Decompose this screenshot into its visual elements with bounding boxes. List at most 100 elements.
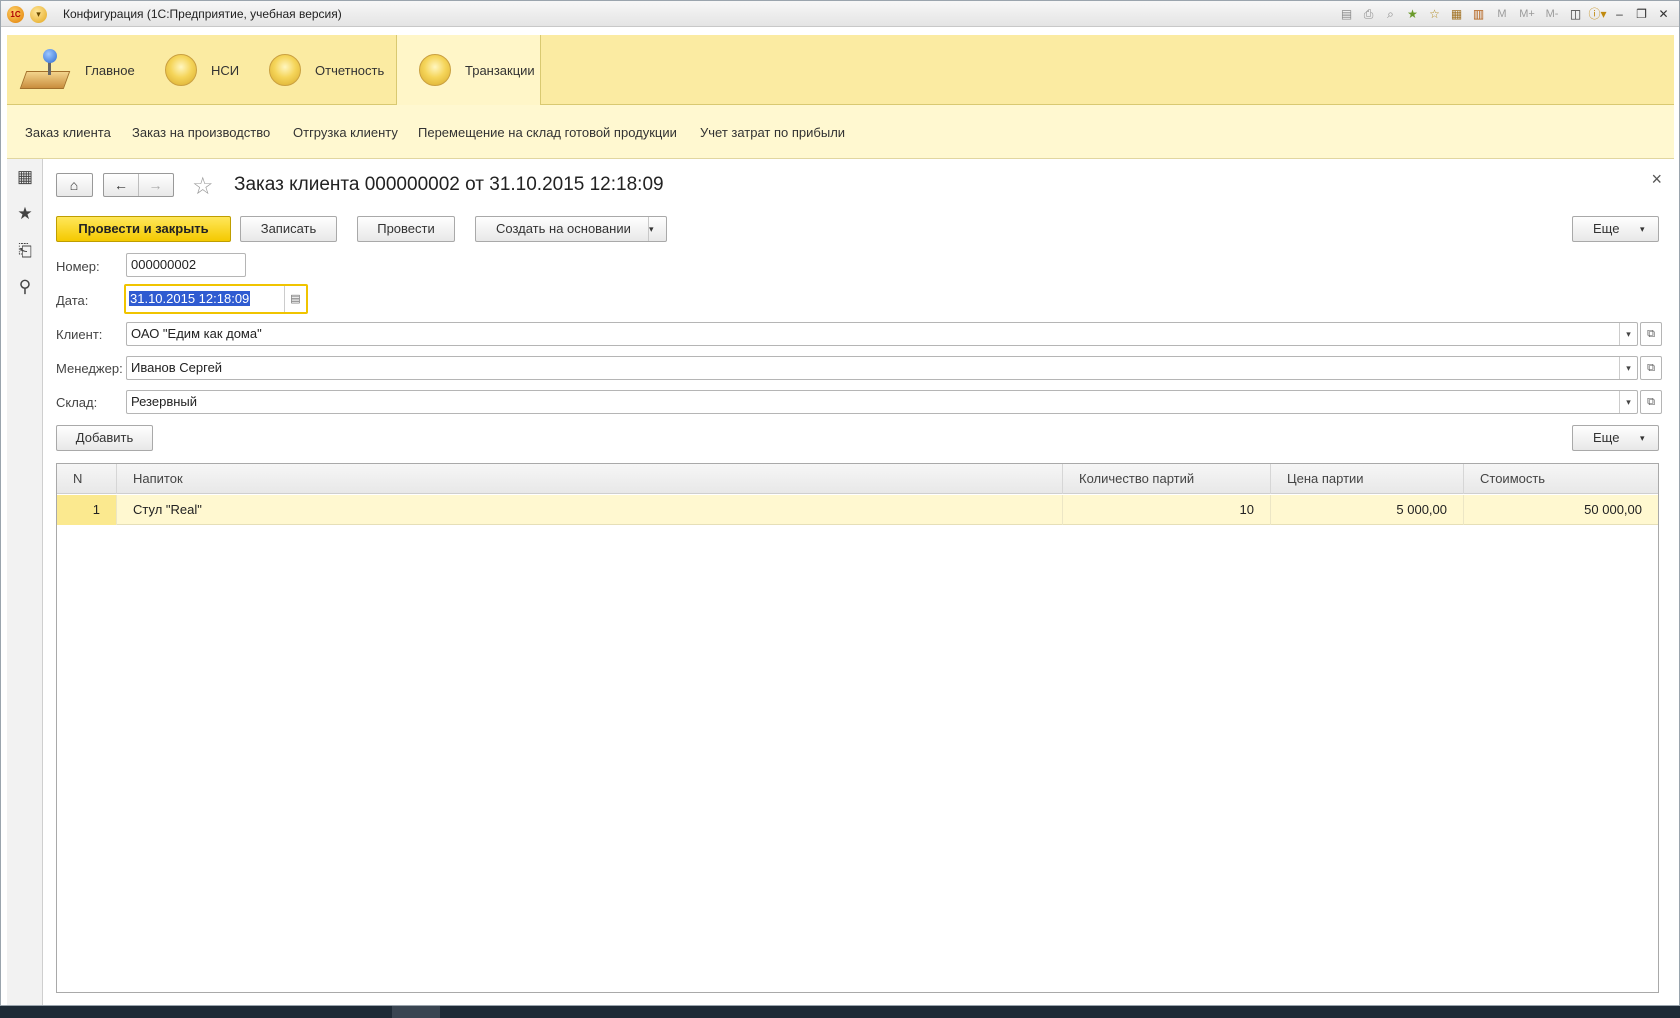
calendar-icon[interactable]: ▥ [1469,5,1488,23]
section-nsi[interactable]: НСИ [165,35,239,105]
date-field[interactable]: 31.10.2015 12:18:09 ▤ [124,284,308,314]
title-bar: 1С ▾ Конфигурация (1С:Предприятие, учебн… [1,1,1679,27]
cell-batches[interactable]: 10 [1063,495,1271,525]
section-main[interactable]: Главное [19,35,135,105]
calculator-icon[interactable]: ▦ [1447,5,1466,23]
chevron-down-icon: ▾ [1640,433,1645,443]
date-value: 31.10.2015 12:18:09 [129,291,251,306]
favorite-star-icon[interactable]: ☆ [192,172,214,201]
nav-transfer[interactable]: Перемещение на склад готовой продукции [418,125,677,140]
warehouse-value: Резервный [131,394,198,409]
section-transactions[interactable]: Транзакции [396,35,541,105]
warehouse-label: Склад: [56,395,98,410]
open-client-icon[interactable]: ⧉ [1640,322,1662,346]
section-label: Главное [85,62,135,78]
section-label: НСИ [211,62,240,78]
table-more-button[interactable]: Еще ▾ [1572,425,1659,451]
page-title: Заказ клиента 000000002 от 31.10.2015 12… [234,174,664,195]
section-ball-icon [165,54,197,86]
table-row[interactable]: 1 Стул "Real" 10 5 000,00 50 000,00 [57,495,1658,525]
client-value: ОАО "Едим как дома" [131,326,262,341]
manager-field[interactable]: Иванов Сергей ▾ [126,356,1638,380]
search-icon[interactable]: ⚲ [15,277,35,297]
column-header-n[interactable]: N [57,464,117,494]
more-label: Еще [1593,221,1620,236]
section-ball-icon [269,54,301,86]
nav-client-order[interactable]: Заказ клиента [25,125,111,140]
memory-minus-icon[interactable]: M- [1541,5,1563,23]
favorites-icon[interactable]: ☆ [1425,5,1444,23]
save-icon[interactable]: ▤ [1337,5,1356,23]
add-row-button[interactable]: Добавить [56,425,153,451]
post-and-close-button[interactable]: Провести и закрыть [56,216,231,242]
calendar-icon[interactable]: ▤ [284,286,306,312]
home-button[interactable]: ⌂ [56,173,93,197]
section-ball-icon [419,54,451,86]
number-field[interactable]: 000000002 [126,253,246,277]
warehouse-field[interactable]: Резервный ▾ [126,390,1638,414]
document-form: ⌂ ← → ☆ Заказ клиента 000000002 от 31.10… [44,159,1674,1005]
manager-value: Иванов Сергей [131,360,223,375]
window-title: Конфигурация (1С:Предприятие, учебная ве… [63,7,342,21]
panels-icon[interactable]: ◫ [1566,5,1585,23]
tools-panel: ▦ ★ ⎗ ⚲ [7,159,43,1005]
date-label: Дата: [56,293,89,308]
column-header-cost[interactable]: Стоимость [1464,464,1658,494]
column-header-price[interactable]: Цена партии [1271,464,1464,494]
memory-plus-icon[interactable]: M+ [1516,5,1538,23]
favorites-add-icon[interactable]: ★ [1403,5,1422,23]
nav-production-order[interactable]: Заказ на производство [132,125,270,140]
apps-grid-icon[interactable]: ▦ [15,167,35,187]
nav-cost-accounting[interactable]: Учет затрат по прибыли [700,125,845,140]
number-label: Номер: [56,259,100,274]
cell-price[interactable]: 5 000,00 [1271,495,1464,525]
client-field[interactable]: ОАО "Едим как дома" ▾ [126,322,1638,346]
back-arrow-icon[interactable]: ← [104,174,138,196]
cell-n[interactable]: 1 [57,495,117,525]
preview-icon[interactable]: ⌕ [1381,5,1400,23]
home-icon: ⌂ [69,177,79,193]
cell-drink[interactable]: Стул "Real" [117,495,1063,525]
open-warehouse-icon[interactable]: ⧉ [1640,390,1662,414]
number-value: 000000002 [131,257,197,272]
close-icon[interactable]: ✕ [1654,5,1673,23]
taskbar-app-tab[interactable] [392,1006,440,1018]
history-icon[interactable]: ⎗ [15,241,35,261]
app-logo-icon[interactable]: 1С [7,6,24,23]
info-icon[interactable]: ⓘ▾ [1588,5,1607,23]
cell-cost[interactable]: 50 000,00 [1464,495,1658,525]
section-reports[interactable]: Отчетность [269,35,384,105]
titlebar-toolbar: ▤ ⎙ ⌕ ★ ☆ ▦ ▥ M M+ M- ◫ ⓘ▾ – ❐ ✕ [1337,5,1673,23]
goods-table[interactable]: N Напиток Количество партий Цена партии … [56,463,1659,993]
section-commands: Заказ клиента Заказ на производство Отгр… [7,105,1674,159]
save-button[interactable]: Записать [240,216,337,242]
create-based-on-label: Создать на основании [496,221,631,236]
app-window: 1С ▾ Конфигурация (1С:Предприятие, учебн… [0,0,1680,1006]
more-button[interactable]: Еще ▾ [1572,216,1659,242]
chevron-down-icon: ▾ [1640,224,1645,234]
table-header: N Напиток Количество партий Цена партии … [57,464,1658,494]
print-icon[interactable]: ⎙ [1359,5,1378,23]
sections-panel: Главное НСИ Отчетность Транзакции [7,35,1674,105]
section-label: Транзакции [465,62,535,78]
open-manager-icon[interactable]: ⧉ [1640,356,1662,380]
chevron-down-icon[interactable]: ▾ [1619,323,1637,345]
create-based-on-button[interactable]: Создать на основании ▾ [475,216,667,242]
nav-shipment[interactable]: Отгрузка клиенту [293,125,398,140]
more-label: Еще [1593,430,1620,445]
column-header-batches[interactable]: Количество партий [1063,464,1271,494]
forward-arrow-icon[interactable]: → [138,174,172,196]
restore-icon[interactable]: ❐ [1632,5,1651,23]
close-form-icon[interactable]: × [1651,169,1662,190]
minimize-icon[interactable]: – [1610,5,1629,23]
manager-label: Менеджер: [56,361,123,376]
chevron-down-icon[interactable]: ▾ [1619,357,1637,379]
post-button[interactable]: Провести [357,216,455,242]
main-menu-icon[interactable]: ▾ [30,6,47,23]
chevron-down-icon[interactable]: ▾ [1619,391,1637,413]
column-header-drink[interactable]: Напиток [117,464,1063,494]
memory-m-icon[interactable]: M [1491,5,1513,23]
favorites-star-icon[interactable]: ★ [15,204,35,224]
chevron-down-icon: ▾ [648,217,666,241]
client-label: Клиент: [56,327,103,342]
